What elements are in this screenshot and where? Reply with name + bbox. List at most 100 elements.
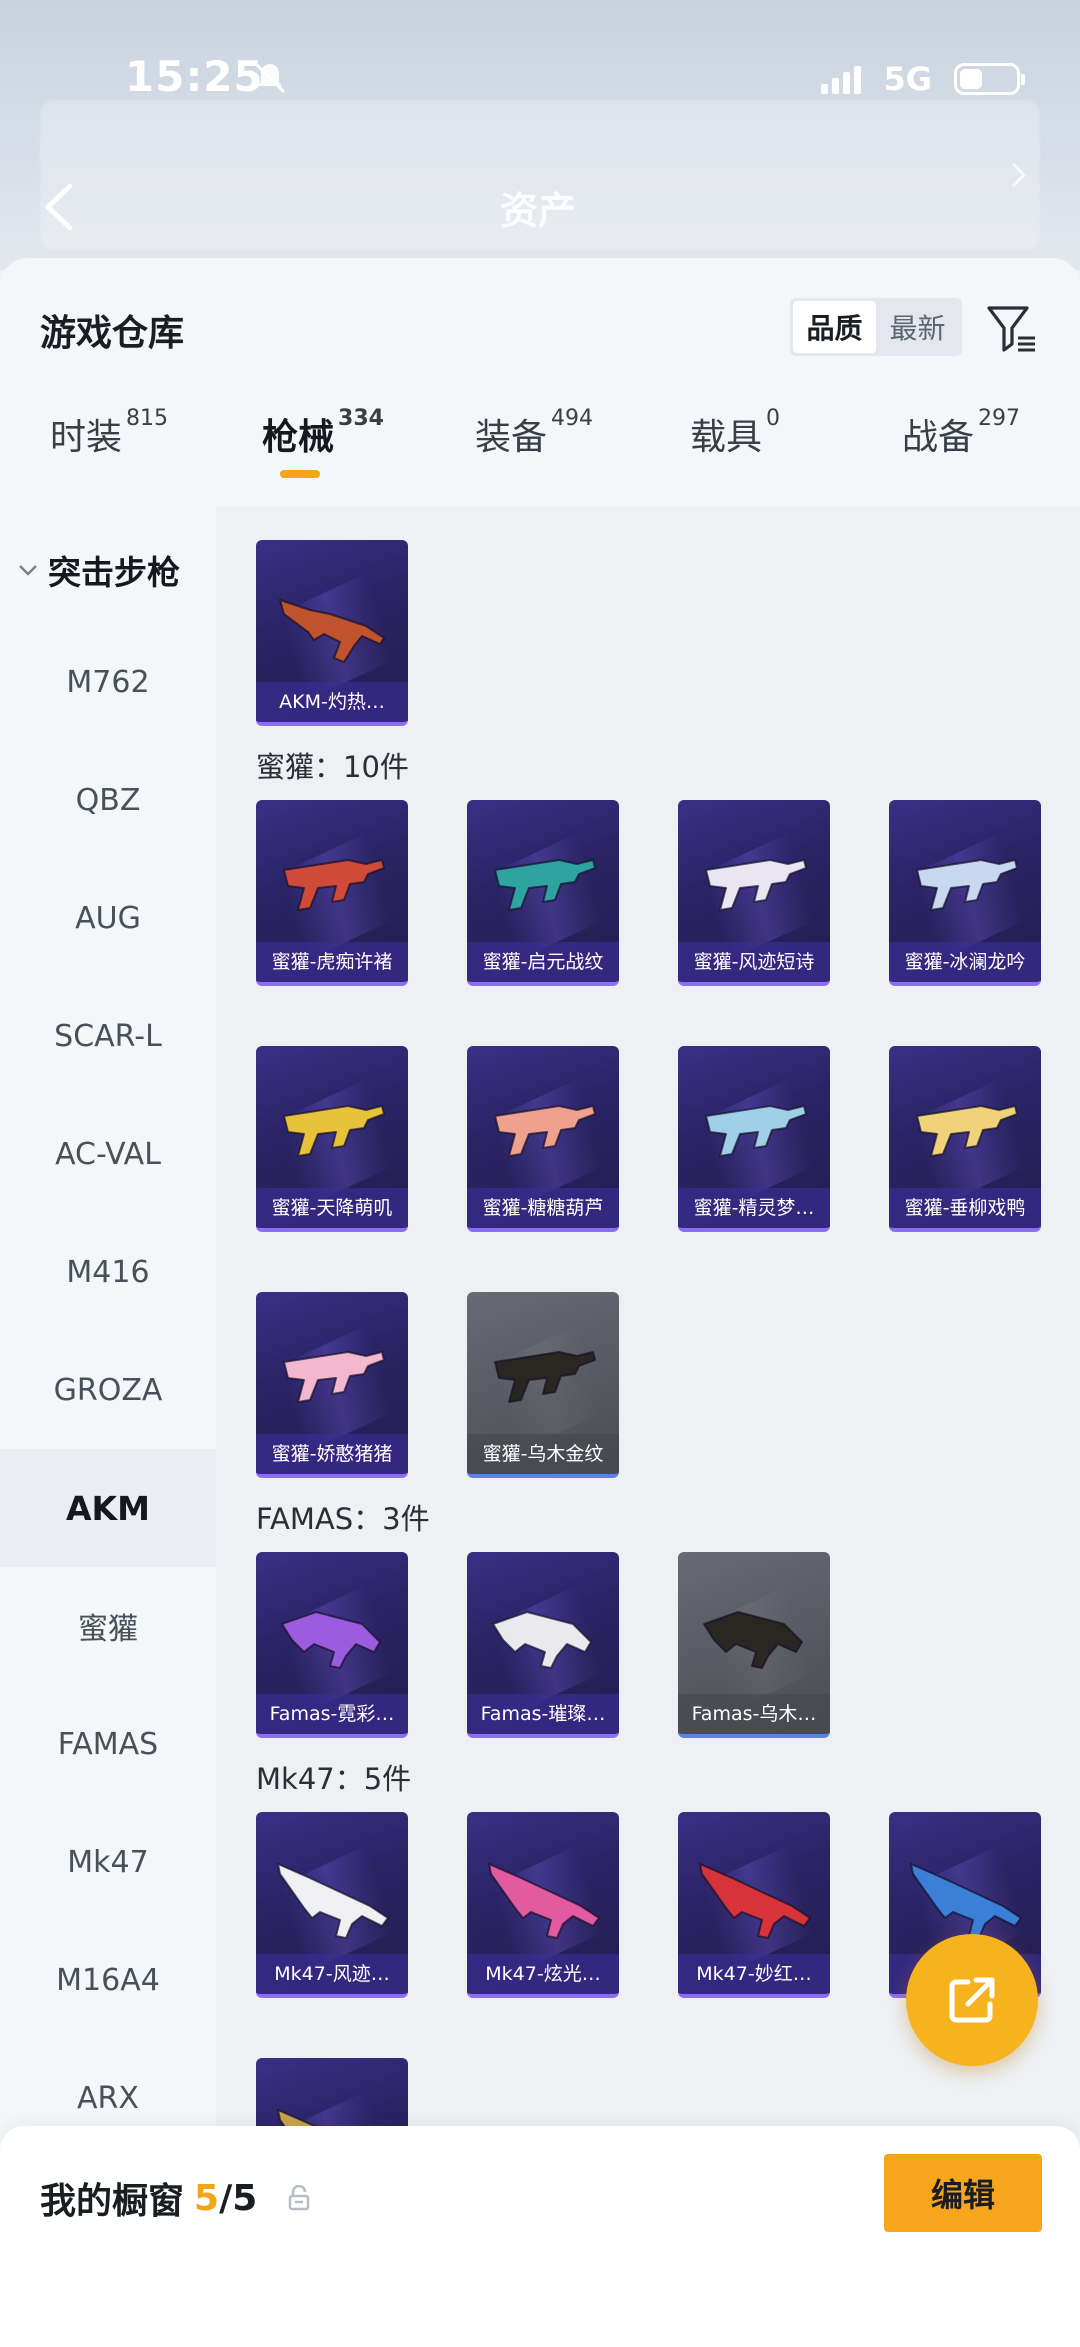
tab-vehicles[interactable]: 载具 0 [690, 406, 780, 460]
share-button[interactable] [906, 1934, 1038, 2066]
showcase-count: 5 [194, 2177, 220, 2219]
share-icon [949, 1977, 995, 2023]
section-label-honey-badger: 蜜獾：10件 [256, 750, 409, 784]
sidebar-item-mk47[interactable]: Mk47 [0, 1803, 216, 1921]
filter-icon[interactable] [985, 302, 1039, 356]
tab-equipment[interactable]: 装备 494 [475, 406, 594, 460]
sidebar-item-m16a4[interactable]: M16A4 [0, 1921, 216, 2039]
skin-name: 蜜獾-糖糖葫芦 [467, 1188, 619, 1228]
skin-name: 蜜獾-虎痴许褚 [256, 942, 408, 982]
rifle-icon [277, 1863, 389, 1939]
skin-card[interactable]: Famas-乌木… [678, 1552, 830, 1738]
edit-button[interactable]: 编辑 [884, 2154, 1042, 2232]
sidebar-item-groza[interactable]: GROZA [0, 1331, 216, 1449]
skin-card[interactable]: 蜜獾-糖糖葫芦 [467, 1046, 619, 1232]
tab-count: 494 [551, 406, 594, 431]
sidebar-item-honey-badger[interactable]: 蜜獾 [0, 1567, 216, 1685]
asset-title: 资产 [500, 189, 577, 233]
skin-card[interactable]: 蜜獾-虎痴许褚 [256, 800, 408, 986]
gun-silhouette [488, 1863, 600, 1939]
rifle-icon [699, 1863, 811, 1939]
sidebar-item-ac-val[interactable]: AC-VAL [0, 1095, 216, 1213]
sidebar-item-qbz[interactable]: QBZ [0, 741, 216, 859]
category-tabs: 时装 815 枪械 334 装备 494 载具 0 战备 297 [0, 406, 1080, 490]
chevron-right-icon[interactable] [1008, 160, 1030, 190]
battery-icon [954, 63, 1025, 95]
sidebar-group-assault-rifles[interactable]: 突击步枪 [18, 546, 180, 594]
back-arrow-icon[interactable] [40, 180, 76, 234]
skin-card[interactable]: 蜜獾-娇憨猪猪 [256, 1292, 408, 1478]
rifle-icon [910, 1863, 1022, 1939]
network-type: 5G [883, 60, 932, 98]
gun-silhouette [910, 1863, 1022, 1939]
showcase-title: 我的橱窗 [40, 2181, 185, 2222]
skin-name: 蜜獾-精灵梦… [678, 1188, 830, 1228]
skin-card[interactable]: Mk47-妙红… [678, 1812, 830, 1998]
tab-label: 枪械 [262, 417, 335, 458]
tab-fashion[interactable]: 时装 815 [50, 406, 169, 460]
sidebar-item-scar-l[interactable]: SCAR-L [0, 977, 216, 1095]
rifle-icon [488, 1863, 600, 1939]
tab-label: 载具 [690, 417, 763, 458]
skin-card[interactable]: 蜜獾-精灵梦… [678, 1046, 830, 1232]
sheet-header: 游戏仓库 品质 最新 [0, 258, 1080, 378]
skin-card[interactable]: 蜜獾-启元战纹 [467, 800, 619, 986]
skin-card[interactable]: 蜜獾-乌木金纹 [467, 1292, 619, 1478]
header-background: 15:25 5G 资产 [0, 0, 1080, 270]
sidebar-item-aug[interactable]: AUG [0, 859, 216, 977]
sidebar-item-m416[interactable]: M416 [0, 1213, 216, 1331]
smg-icon [494, 859, 596, 911]
sort-latest-button[interactable]: 最新 [876, 301, 959, 353]
gun-silhouette [703, 1611, 803, 1669]
tab-count: 334 [338, 406, 384, 431]
skin-card[interactable]: 蜜獾-冰澜龙吟 [889, 800, 1041, 986]
showcase-total: 5 [232, 2177, 258, 2219]
sort-toggle: 品质 最新 [790, 298, 962, 356]
weapon-sidebar: 突击步枪 M762 QBZ AUG SCAR-L AC-VAL M416 GRO… [0, 506, 216, 2146]
weapon-grid: AKM-灼热… 蜜獾：10件 蜜獾-虎痴许褚 蜜獾-启元战纹 蜜獾-风迹短诗 蜜… [216, 506, 1080, 2146]
tab-battle-gear[interactable]: 战备 297 [902, 406, 1020, 460]
gun-silhouette [494, 1351, 596, 1403]
skin-name: Mk47-炫光… [467, 1954, 619, 1994]
skin-card[interactable]: Famas-璀璨… [467, 1552, 619, 1738]
skin-card[interactable]: Mk47-风迹… [256, 1812, 408, 1998]
rifle-icon [703, 1611, 803, 1669]
skin-name: 蜜獾-冰澜龙吟 [889, 942, 1041, 982]
sidebar-item-famas[interactable]: FAMAS [0, 1685, 216, 1803]
skin-name: 蜜獾-风迹短诗 [678, 942, 830, 982]
gun-silhouette [705, 859, 807, 911]
tab-count: 815 [126, 406, 169, 431]
skin-card[interactable]: AKM-灼热… [256, 540, 408, 726]
sidebar-group-label: 突击步枪 [48, 553, 180, 592]
sort-quality-button[interactable]: 品质 [793, 301, 876, 353]
rifle-icon [281, 1611, 381, 1669]
skin-name: Mk47-风迹… [256, 1954, 408, 1994]
skin-card[interactable]: 蜜獾-天降萌叽 [256, 1046, 408, 1232]
smg-icon [283, 1351, 385, 1403]
showcase-bar: 我的橱窗 5/5 编辑 [0, 2126, 1080, 2347]
sidebar-item-akm[interactable]: AKM [0, 1449, 216, 1567]
sidebar-item-m762[interactable]: M762 [0, 623, 216, 741]
status-indicators: 5G [821, 60, 1025, 98]
tab-label: 时装 [50, 417, 123, 458]
signal-icon [821, 64, 862, 94]
gun-silhouette [492, 1611, 592, 1669]
skin-name: 蜜獾-垂柳戏鸭 [889, 1188, 1041, 1228]
tab-label: 战备 [902, 417, 975, 458]
skin-card[interactable]: Mk47-炫光… [467, 1812, 619, 1998]
skin-card[interactable]: 蜜獾-垂柳戏鸭 [889, 1046, 1041, 1232]
skin-card[interactable]: Famas-霓彩… [256, 1552, 408, 1738]
gun-silhouette [916, 859, 1018, 911]
showcase-separator: / [219, 2177, 233, 2219]
smg-icon [916, 1105, 1018, 1157]
skin-card[interactable]: 蜜獾-风迹短诗 [678, 800, 830, 986]
smg-icon [494, 1105, 596, 1157]
gun-silhouette [699, 1863, 811, 1939]
gun-silhouette [705, 1105, 807, 1157]
chevron-down-icon [19, 565, 37, 576]
showcase-label: 我的橱窗 5/5 [40, 2172, 311, 2224]
smg-icon [283, 1105, 385, 1157]
gun-silhouette [494, 859, 596, 911]
tab-firearms[interactable]: 枪械 334 [262, 406, 384, 478]
lock-icon [289, 2185, 310, 2211]
